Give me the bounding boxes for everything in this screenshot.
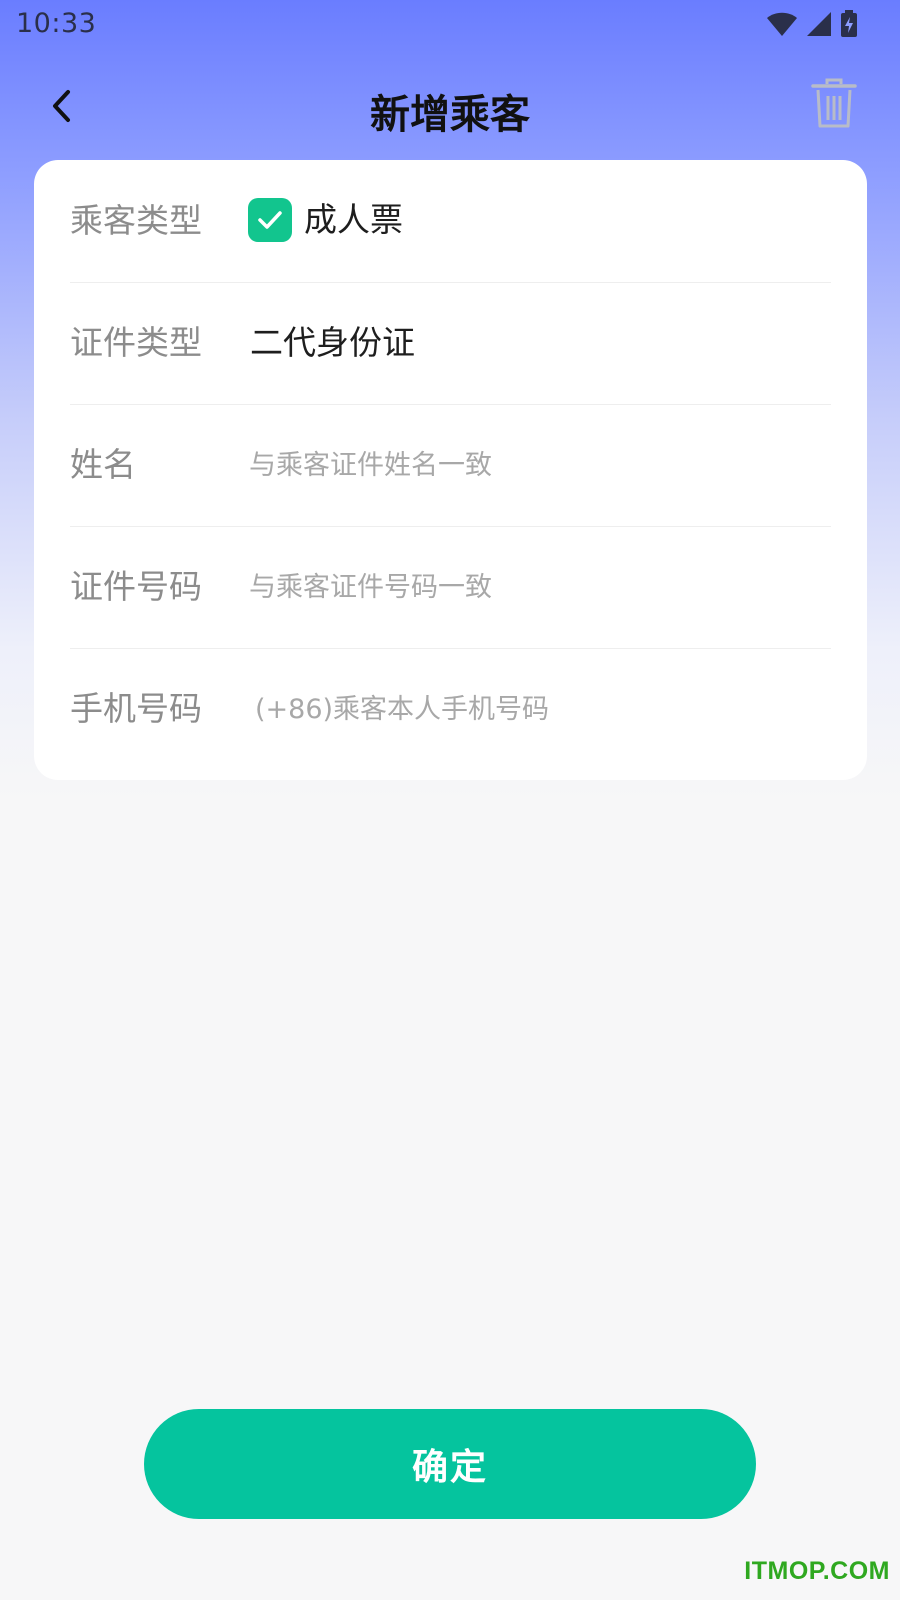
battery-charging-icon bbox=[840, 10, 858, 42]
page-title: 新增乘客 bbox=[370, 92, 530, 138]
name-row: 姓名 bbox=[70, 404, 831, 527]
confirm-button[interactable]: 确定 bbox=[144, 1409, 756, 1519]
id-number-row: 证件号码 bbox=[70, 526, 831, 649]
adult-ticket-checkbox-option[interactable]: 成人票 bbox=[248, 198, 403, 242]
name-label: 姓名 bbox=[70, 445, 136, 484]
checkbox-checked-icon[interactable] bbox=[248, 198, 292, 242]
trash-icon bbox=[810, 78, 858, 134]
nav-header: 新增乘客 bbox=[0, 70, 900, 146]
status-icons bbox=[766, 10, 858, 42]
id-number-input[interactable] bbox=[245, 562, 809, 612]
phone-input[interactable] bbox=[251, 684, 815, 734]
passenger-type-label: 乘客类型 bbox=[70, 201, 202, 240]
delete-button[interactable] bbox=[804, 76, 864, 136]
status-bar: 10:33 bbox=[0, 0, 900, 50]
watermark-text: ITMOP.COM bbox=[744, 1557, 890, 1585]
passenger-type-row: 乘客类型 成人票 bbox=[70, 160, 831, 283]
cellular-signal-icon bbox=[806, 11, 832, 41]
name-input[interactable] bbox=[245, 440, 809, 490]
phone-label: 手机号码 bbox=[70, 689, 202, 728]
id-type-row[interactable]: 证件类型 二代身份证 bbox=[70, 282, 831, 405]
id-number-label: 证件号码 bbox=[70, 567, 202, 606]
adult-ticket-label: 成人票 bbox=[304, 200, 403, 239]
id-type-label: 证件类型 bbox=[70, 323, 202, 362]
passenger-form-card: 乘客类型 成人票 证件类型 二代身份证 姓名 证件号码 手机号码 bbox=[34, 160, 867, 780]
phone-row: 手机号码 bbox=[70, 648, 831, 770]
status-time: 10:33 bbox=[16, 8, 97, 39]
wifi-icon bbox=[766, 11, 798, 41]
id-type-value[interactable]: 二代身份证 bbox=[250, 282, 415, 404]
